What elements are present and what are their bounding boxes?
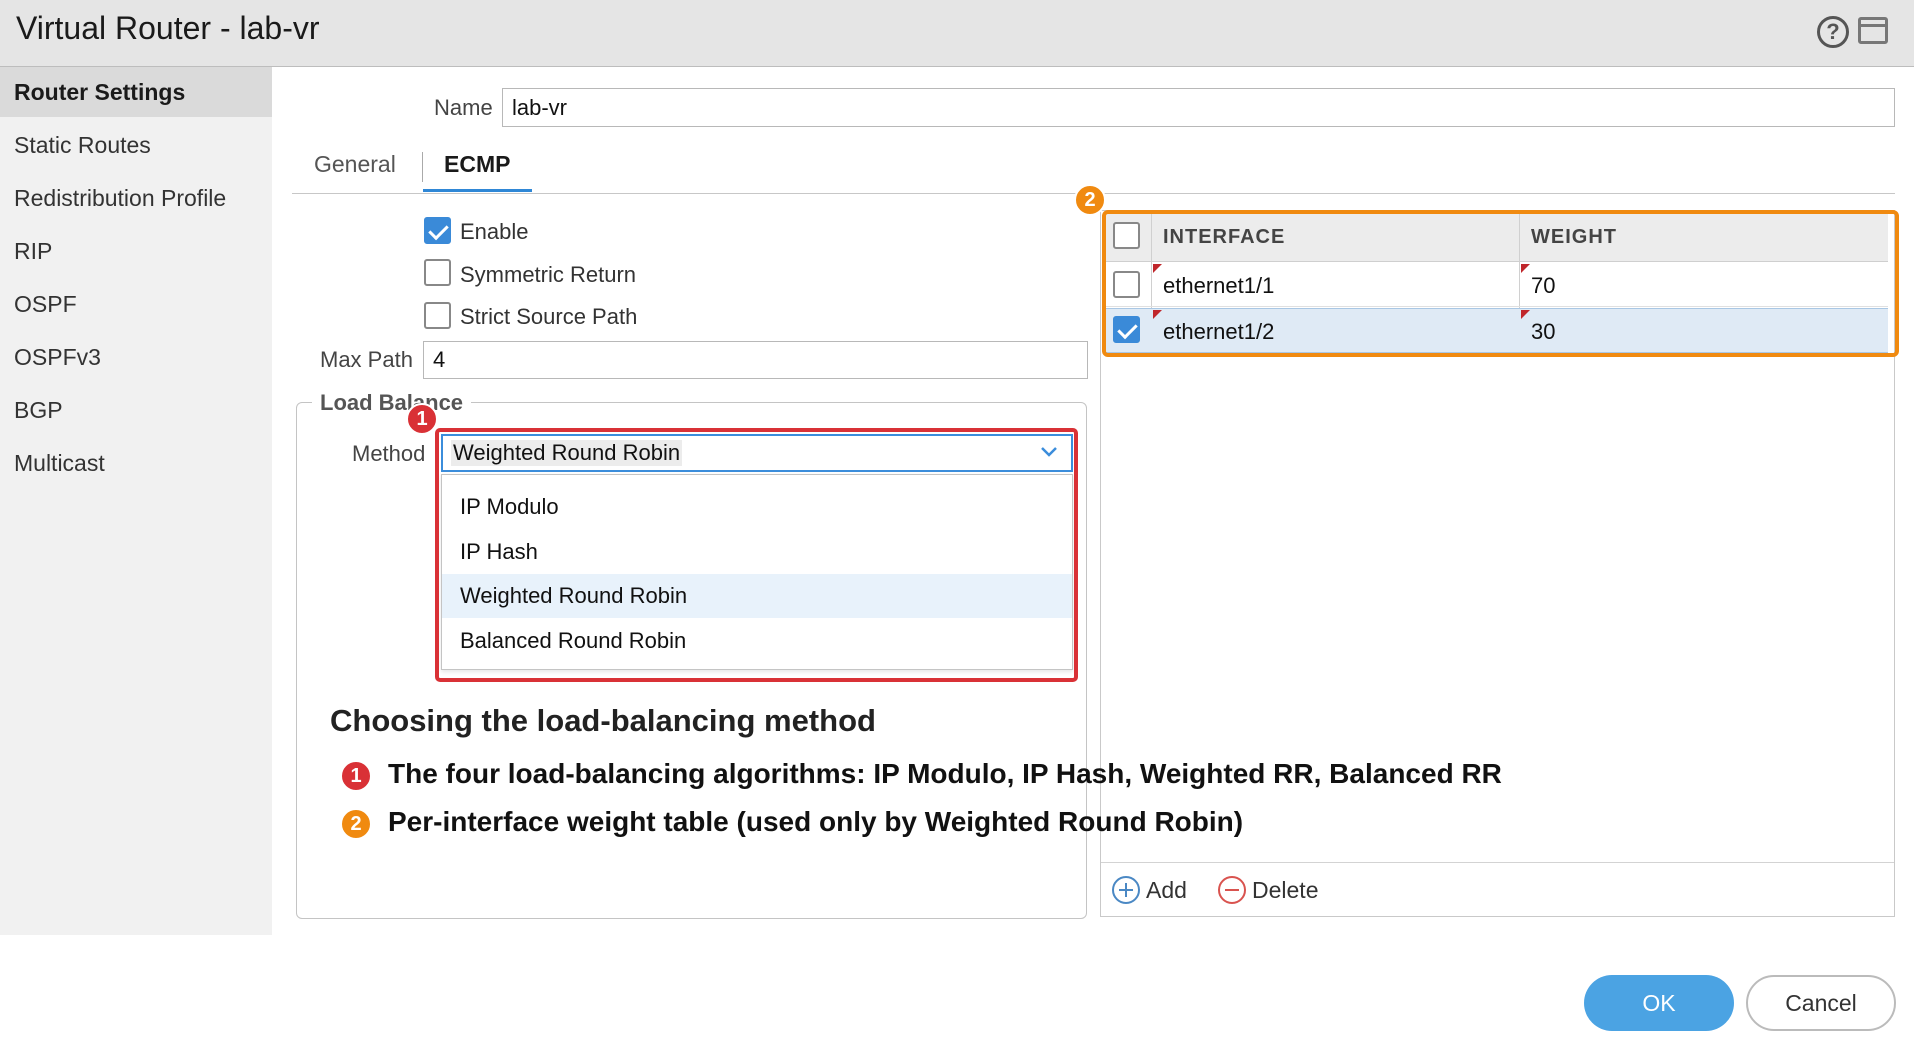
window-title: Virtual Router - lab-vr [16, 10, 320, 46]
annotation-text-2: Per-interface weight table (used only by… [388, 806, 1244, 837]
add-button[interactable]: Add [1112, 876, 1187, 904]
annotation-badge-2: 2 [1074, 184, 1106, 216]
max-path-input[interactable]: 4 [423, 341, 1088, 379]
active-tab-indicator [423, 189, 532, 192]
sidebar-item-router-settings[interactable]: Router Settings [0, 67, 272, 117]
sidebar-item-bgp[interactable]: BGP [0, 385, 272, 435]
highlight-box-2 [1102, 210, 1899, 357]
method-label: Method [352, 441, 426, 466]
sidebar: Router Settings Static Routes Redistribu… [0, 67, 272, 935]
minus-circle-icon [1218, 876, 1246, 904]
name-label: Name [434, 95, 493, 120]
symmetric-return-checkbox[interactable] [424, 259, 451, 286]
cancel-button[interactable]: Cancel [1746, 975, 1896, 1031]
add-button-label: Add [1146, 876, 1187, 903]
name-input[interactable]: lab-vr [502, 88, 1895, 127]
annotation-badge-1: 1 [340, 760, 372, 792]
max-path-label: Max Path [320, 347, 413, 372]
load-balance-legend: Load Balance [312, 390, 472, 416]
highlight-box-1 [435, 428, 1078, 682]
enable-label: Enable [460, 219, 529, 244]
annotation-heading: Choosing the load-balancing method [330, 703, 876, 738]
enable-checkbox[interactable] [424, 217, 451, 244]
help-icon[interactable]: ? [1817, 16, 1849, 48]
sidebar-item-rip[interactable]: RIP [0, 226, 272, 276]
strict-source-path-checkbox[interactable] [424, 302, 451, 329]
tab-general[interactable]: General [314, 151, 396, 178]
annotation-text-1: The four load-balancing algorithms: IP M… [388, 758, 1502, 789]
annotation-badge-1: 1 [406, 403, 438, 435]
sidebar-item-multicast[interactable]: Multicast [0, 438, 272, 488]
ok-button[interactable]: OK [1584, 975, 1734, 1031]
sidebar-item-redistribution-profile[interactable]: Redistribution Profile [0, 173, 272, 223]
sidebar-item-static-routes[interactable]: Static Routes [0, 120, 272, 170]
tab-separator [422, 152, 423, 182]
sidebar-item-ospfv3[interactable]: OSPFv3 [0, 332, 272, 382]
sidebar-item-ospf[interactable]: OSPF [0, 279, 272, 329]
tab-ecmp[interactable]: ECMP [444, 151, 510, 178]
strict-source-path-label: Strict Source Path [460, 304, 638, 329]
plus-circle-icon [1112, 876, 1140, 904]
maximize-icon[interactable] [1858, 17, 1888, 44]
delete-button[interactable]: Delete [1218, 876, 1318, 904]
delete-button-label: Delete [1252, 876, 1319, 903]
symmetric-return-label: Symmetric Return [460, 262, 637, 287]
annotation-badge-2: 2 [340, 808, 372, 840]
